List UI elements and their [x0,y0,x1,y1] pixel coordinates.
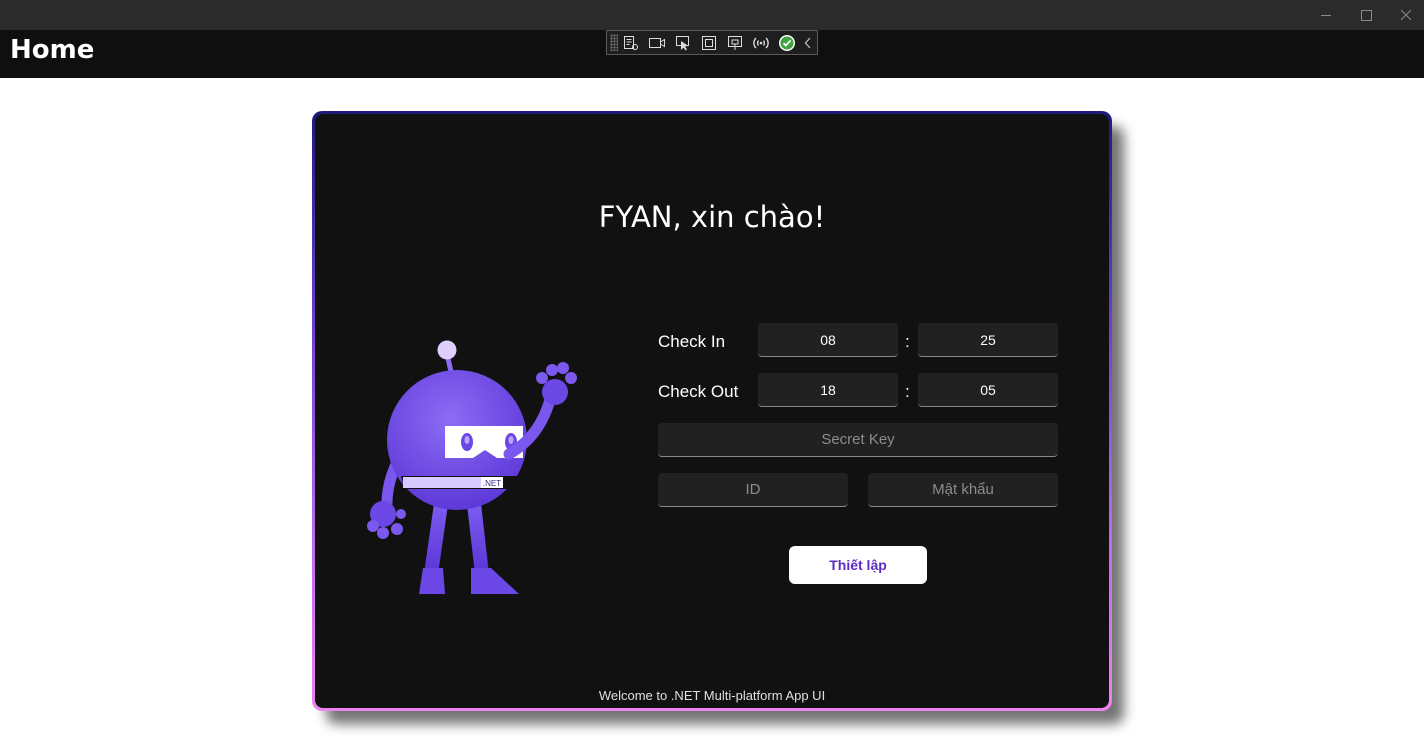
check-in-label: Check In [658,332,726,351]
live-visual-tree-icon [624,35,638,50]
minimize-button[interactable] [1306,0,1346,30]
collapse-chevron-icon [804,37,811,48]
hot-reload-button[interactable] [748,32,774,53]
welcome-card: FYAN, xin chào! .NET Check In 08: 25 Ch… [312,111,1112,711]
display-layout-adorners-button[interactable] [696,32,722,53]
check-icon [779,34,795,51]
record-button[interactable] [644,32,670,53]
check-out-hour-field[interactable]: 18 [758,373,898,407]
secret-key-input[interactable]: Secret Key [658,423,1058,457]
id-input[interactable]: ID [658,473,848,507]
check-out-colon: : [905,382,910,401]
select-element-button[interactable] [670,32,696,53]
track-focus-button[interactable] [722,32,748,53]
bot-badge-label: .NET [483,479,501,488]
setup-button[interactable]: Thiết lập [789,546,927,584]
check-out-label: Check Out [658,382,739,401]
maximize-button[interactable] [1346,0,1386,30]
display-layout-adorners-icon [702,35,716,50]
close-button[interactable] [1386,0,1424,30]
window-title-bar [0,0,1424,30]
hot-reload-icon [753,37,769,48]
welcome-footer-text: Welcome to .NET Multi-platform App UI [598,688,826,703]
check-out-minute-field[interactable]: 05 [918,373,1058,407]
live-visual-tree-button[interactable] [618,32,644,53]
close-icon [1401,10,1411,20]
greeting-heading: FYAN, xin chào! [598,200,826,234]
check-in-colon: : [905,332,910,351]
status-check-button[interactable] [774,32,800,53]
page-title: Home [10,35,95,65]
select-element-icon [676,35,689,50]
check-in-minute-field[interactable]: 25 [918,323,1058,357]
collapse-toolbar-button[interactable] [800,32,816,53]
card-body: FYAN, xin chào! .NET Check In 08: 25 Ch… [315,114,1109,708]
track-focus-icon [728,35,742,50]
record-icon [649,37,665,48]
toolbar-grip[interactable] [610,34,618,51]
minimize-icon [1321,14,1331,16]
password-input[interactable]: Mật khẩu [868,473,1058,507]
dotnet-bot-illustration: .NET [367,340,577,594]
xaml-debug-toolbar [606,30,818,55]
check-in-hour-field[interactable]: 08 [758,323,898,357]
maximize-icon [1360,9,1372,21]
